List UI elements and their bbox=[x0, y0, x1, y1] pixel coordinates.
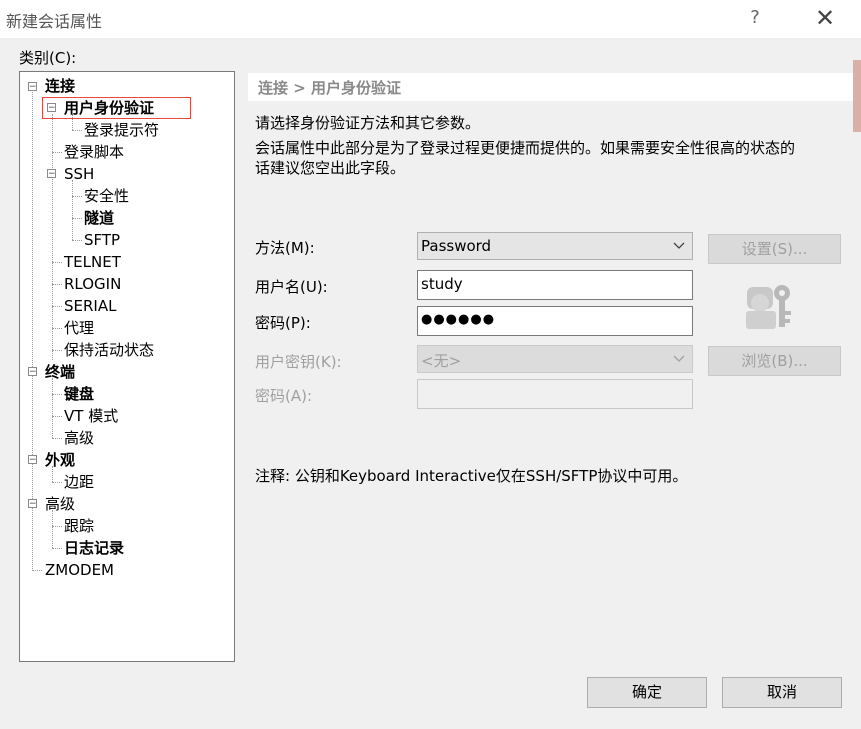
username-value: study bbox=[421, 275, 463, 293]
collapse-icon[interactable]: − bbox=[28, 499, 37, 509]
category-label: 类别(C): bbox=[19, 49, 77, 67]
tree-item-login-script[interactable]: 登录脚本 bbox=[64, 142, 124, 162]
tree-item-terminal[interactable]: 终端 bbox=[45, 362, 75, 382]
method-select[interactable]: Password bbox=[417, 232, 693, 260]
help-icon[interactable]: ? bbox=[745, 7, 765, 28]
username-label: 用户名(U): bbox=[255, 278, 328, 296]
tree-item-keepalive[interactable]: 保持活动状态 bbox=[64, 340, 154, 360]
browse-button[interactable]: 浏览(B)... bbox=[708, 346, 841, 376]
tree-line bbox=[52, 306, 62, 307]
tree-line bbox=[72, 218, 82, 219]
password-label: 密码(P): bbox=[255, 314, 311, 332]
tree-line bbox=[32, 92, 33, 569]
collapse-icon[interactable]: − bbox=[28, 367, 37, 377]
tree-item-login-prompt[interactable]: 登录提示符 bbox=[84, 120, 159, 140]
cancel-button[interactable]: 取消 bbox=[722, 677, 842, 708]
background-edge bbox=[853, 60, 861, 132]
title-bar: 新建会话属性 ? ✕ bbox=[0, 0, 861, 38]
tree-item-connection[interactable]: 连接 bbox=[45, 76, 75, 96]
tree-line bbox=[72, 240, 82, 241]
settings-button[interactable]: 设置(S)... bbox=[708, 234, 841, 264]
protocol-note: 注释: 公钥和Keyboard Interactive仅在SSH/SFTP协议中… bbox=[255, 467, 688, 485]
tree-line bbox=[72, 180, 73, 240]
tree-line bbox=[52, 262, 62, 263]
tree-line bbox=[32, 570, 42, 571]
tree-line bbox=[52, 328, 62, 329]
user-key-label: 用户密钥(K): bbox=[255, 353, 342, 371]
password-input[interactable]: ●●●●●● bbox=[417, 306, 693, 336]
tree-line bbox=[52, 416, 62, 417]
window-title: 新建会话属性 bbox=[6, 12, 103, 31]
tree-item-rlogin[interactable]: RLOGIN bbox=[64, 274, 121, 294]
tree-line bbox=[52, 482, 62, 483]
tree-line bbox=[52, 378, 53, 438]
tree-item-security[interactable]: 安全性 bbox=[84, 186, 129, 206]
user-key-icon bbox=[746, 285, 791, 329]
tree-item-keyboard[interactable]: 键盘 bbox=[64, 384, 94, 404]
tree-line bbox=[52, 548, 62, 549]
section-title: 连接 > 用户身份验证 bbox=[258, 79, 402, 97]
tree-item-serial[interactable]: SERIAL bbox=[64, 296, 116, 316]
tree-item-terminal-advanced[interactable]: 高级 bbox=[64, 428, 94, 448]
tree-line bbox=[72, 196, 82, 197]
tree-item-zmodem[interactable]: ZMODEM bbox=[45, 560, 114, 580]
tree-item-ssh[interactable]: SSH bbox=[64, 164, 94, 184]
passphrase-input[interactable] bbox=[417, 379, 693, 409]
passphrase-label: 密码(A): bbox=[255, 387, 313, 405]
method-label: 方法(M): bbox=[255, 239, 315, 257]
ok-button[interactable]: 确定 bbox=[587, 677, 707, 708]
tree-line bbox=[52, 526, 62, 527]
chevron-down-icon bbox=[672, 236, 686, 260]
tree-line bbox=[52, 438, 62, 439]
tree-line bbox=[52, 394, 62, 395]
section-header: 连接 > 用户身份验证 bbox=[248, 73, 853, 101]
tree-line bbox=[52, 284, 62, 285]
description-line: 会话属性中此部分是为了登录过程更便捷而提供的。如果需要安全性很高的状态的 bbox=[255, 139, 796, 157]
tree-line bbox=[52, 114, 53, 360]
tree-item-sftp[interactable]: SFTP bbox=[84, 230, 120, 250]
chevron-down-icon bbox=[672, 349, 686, 373]
tree-item-trace[interactable]: 跟踪 bbox=[64, 516, 94, 536]
description-line: 话建议您空出此字段。 bbox=[255, 159, 406, 177]
collapse-icon[interactable]: − bbox=[47, 169, 56, 179]
tree-item-advanced[interactable]: 高级 bbox=[45, 494, 75, 514]
tree-item-proxy[interactable]: 代理 bbox=[64, 318, 94, 338]
password-value: ●●●●●● bbox=[421, 312, 496, 327]
close-icon[interactable]: ✕ bbox=[812, 4, 838, 32]
username-input[interactable]: study bbox=[417, 270, 693, 300]
tree-item-vt-mode[interactable]: VT 模式 bbox=[64, 406, 118, 426]
collapse-icon[interactable]: − bbox=[28, 455, 37, 465]
tree-item-margins[interactable]: 边距 bbox=[64, 472, 94, 492]
method-value: Password bbox=[421, 237, 492, 255]
tree-item-appearance[interactable]: 外观 bbox=[45, 450, 75, 470]
user-key-select[interactable]: <无> bbox=[417, 345, 693, 373]
selection-highlight bbox=[42, 97, 191, 119]
user-key-value: <无> bbox=[421, 352, 462, 370]
tree-item-tunnel[interactable]: 隧道 bbox=[84, 208, 114, 228]
tree-line bbox=[52, 152, 62, 153]
tree-line bbox=[52, 510, 53, 548]
tree-line bbox=[52, 350, 62, 351]
tree-item-telnet[interactable]: TELNET bbox=[64, 252, 121, 272]
description-line: 请选择身份验证方法和其它参数。 bbox=[255, 114, 481, 132]
collapse-icon[interactable]: − bbox=[28, 82, 37, 92]
tree-line bbox=[72, 130, 82, 131]
tree-item-logging[interactable]: 日志记录 bbox=[64, 538, 124, 558]
